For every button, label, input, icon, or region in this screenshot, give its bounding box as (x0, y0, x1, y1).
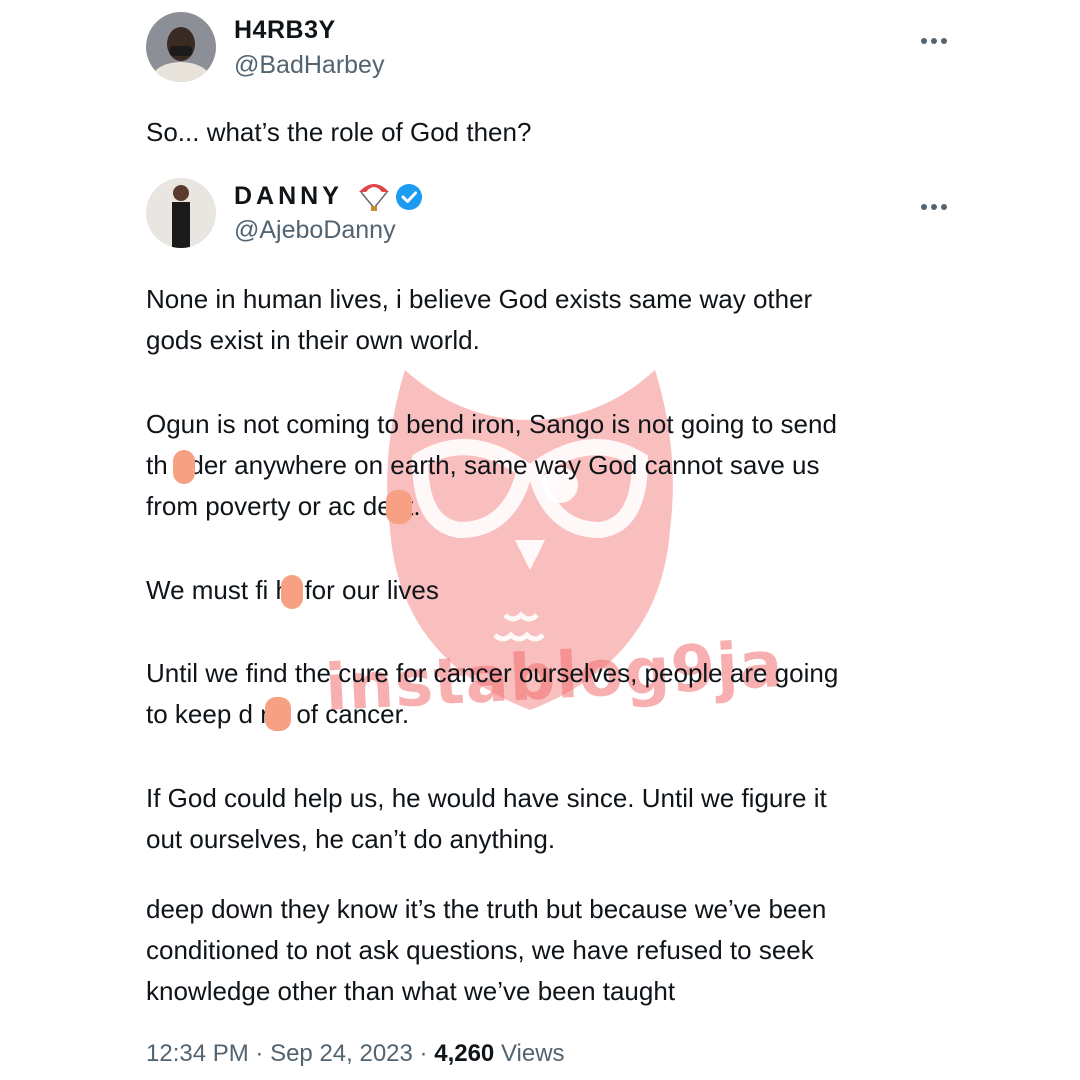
tweet-line: knowledge other than what we’ve been tau… (146, 976, 676, 1006)
verified-badge-icon (394, 182, 424, 217)
meta-separator: · (419, 1040, 428, 1067)
tweet-line: th nder anywhere on earth, same way God … (146, 450, 820, 480)
censor-blot (281, 575, 303, 609)
avatar-danny[interactable] (146, 178, 216, 248)
quoted-tweet-text: So... what’s the role of God then? (146, 117, 532, 147)
censor-blot (173, 450, 195, 484)
parachute-icon (357, 180, 391, 217)
tweet-line: Until we find the cure for cancer oursel… (146, 658, 839, 688)
views-label: Views (500, 1040, 565, 1067)
more-options-icon[interactable] (920, 35, 950, 47)
tweet-line: None in human lives, i believe God exist… (146, 284, 813, 314)
tweet-line: deep down they know it’s the truth but b… (146, 894, 827, 924)
censor-blot (265, 697, 291, 731)
censor-blot (386, 490, 412, 524)
tweet-time[interactable]: 12:34 PM (146, 1040, 249, 1067)
tweet-line: conditioned to not ask questions, we hav… (146, 935, 814, 965)
display-name[interactable]: DANNY (234, 182, 343, 211)
tweet-line: If God could help us, he would have sinc… (146, 783, 827, 813)
tweet-line: out ourselves, he can’t do anything. (146, 824, 556, 854)
views-count: 4,260 (434, 1040, 495, 1067)
tweet-line: gods exist in their own world. (146, 325, 480, 355)
avatar-image (146, 178, 216, 248)
tweet-line: Ogun is not coming to bend iron, Sango i… (146, 409, 837, 439)
more-options-icon[interactable] (920, 201, 950, 213)
tweet-meta: 12:34 PM · Sep 24, 2023 · 4,260 Views (146, 1040, 565, 1068)
tweet-line: from poverty or ac dent. (146, 491, 421, 521)
avatar-harbey[interactable] (146, 12, 216, 82)
user-handle[interactable]: @AjeboDanny (234, 216, 396, 245)
meta-separator: · (255, 1040, 264, 1067)
user-handle[interactable]: @BadHarbey (234, 51, 384, 80)
display-name[interactable]: H4RB3Y (234, 16, 336, 45)
tweet-date[interactable]: Sep 24, 2023 (270, 1040, 413, 1067)
avatar-image (146, 12, 216, 82)
